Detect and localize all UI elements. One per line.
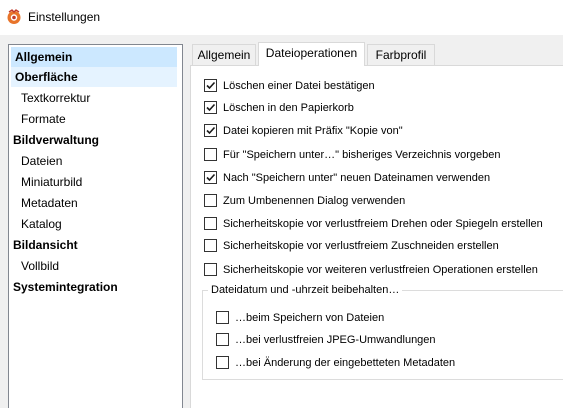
app-logo-icon	[7, 9, 21, 24]
checkmark-icon	[206, 81, 216, 90]
group-title: Dateidatum und -uhrzeit beibehalten…	[208, 283, 403, 297]
option-label: …bei verlustfreien JPEG-Umwandlungen	[235, 334, 436, 346]
preserve-date-jpeg-checkbox[interactable]	[216, 333, 229, 346]
backup-other-operations-checkbox[interactable]	[204, 263, 217, 276]
sidebar-item-bildverwaltung[interactable]: Bildverwaltung	[13, 130, 99, 150]
checkmark-icon	[206, 126, 216, 135]
checkmark-icon	[206, 173, 216, 182]
sidebar-item-textkorrektur[interactable]: Textkorrektur	[21, 88, 90, 108]
copy-prefix-checkbox[interactable]	[204, 124, 217, 137]
sidebar-item-allgemein[interactable]: Allgemein	[11, 47, 177, 67]
delete-to-recycle-bin-checkbox[interactable]	[204, 101, 217, 114]
sidebar-item-vollbild[interactable]: Vollbild	[21, 256, 59, 276]
sidebar-item-bildansicht[interactable]: Bildansicht	[13, 235, 78, 255]
rename-dialog-checkbox[interactable]	[204, 194, 217, 207]
sidebar-item-formate[interactable]: Formate	[21, 109, 66, 129]
sidebar-item-katalog[interactable]: Katalog	[21, 214, 62, 234]
settings-category-tree[interactable]: Allgemein Oberfläche Textkorrektur Forma…	[8, 44, 183, 408]
option-label: Sicherheitskopie vor weiteren verlustfre…	[223, 264, 538, 276]
sidebar-item-dateien[interactable]: Dateien	[21, 151, 62, 171]
option-label: Nach "Speichern unter" neuen Dateinamen …	[223, 172, 491, 184]
sidebar-item-oberflaeche[interactable]: Oberfläche	[11, 67, 177, 87]
backup-rotate-flip-checkbox[interactable]	[204, 217, 217, 230]
option-label: Sicherheitskopie vor verlustfreiem Drehe…	[223, 218, 543, 230]
preserve-date-metadata-checkbox[interactable]	[216, 356, 229, 369]
option-label: Sicherheitskopie vor verlustfreiem Zusch…	[223, 240, 499, 252]
save-as-previous-folder-checkbox[interactable]	[204, 148, 217, 161]
tab-allgemein[interactable]: Allgemein	[192, 44, 256, 65]
option-label: …bei Änderung der eingebetteten Metadate…	[235, 357, 456, 369]
confirm-delete-checkbox[interactable]	[204, 79, 217, 92]
sidebar-item-systemintegration[interactable]: Systemintegration	[13, 277, 118, 297]
option-label: Datei kopieren mit Präfix "Kopie von"	[223, 125, 403, 137]
checkmark-icon	[206, 103, 216, 112]
sidebar-item-miniaturbild[interactable]: Miniaturbild	[21, 172, 82, 192]
option-label: Löschen in den Papierkorb	[223, 102, 354, 114]
backup-crop-checkbox[interactable]	[204, 239, 217, 252]
option-label: …beim Speichern von Dateien	[235, 312, 385, 324]
option-label: Löschen einer Datei bestätigen	[223, 80, 375, 92]
window-title: Einstellungen	[28, 10, 101, 24]
preserve-date-on-save-checkbox[interactable]	[216, 311, 229, 324]
tab-farbprofil[interactable]: Farbprofil	[367, 44, 435, 65]
option-label: Zum Umbenennen Dialog verwenden	[223, 195, 406, 207]
sidebar-item-metadaten[interactable]: Metadaten	[21, 193, 78, 213]
use-new-filename-checkbox[interactable]	[204, 171, 217, 184]
option-label: Für "Speichern unter…" bisheriges Verzei…	[223, 149, 501, 161]
tab-dateioperationen[interactable]: Dateioperationen	[258, 42, 365, 66]
title-bar: Einstellungen	[0, 0, 563, 35]
